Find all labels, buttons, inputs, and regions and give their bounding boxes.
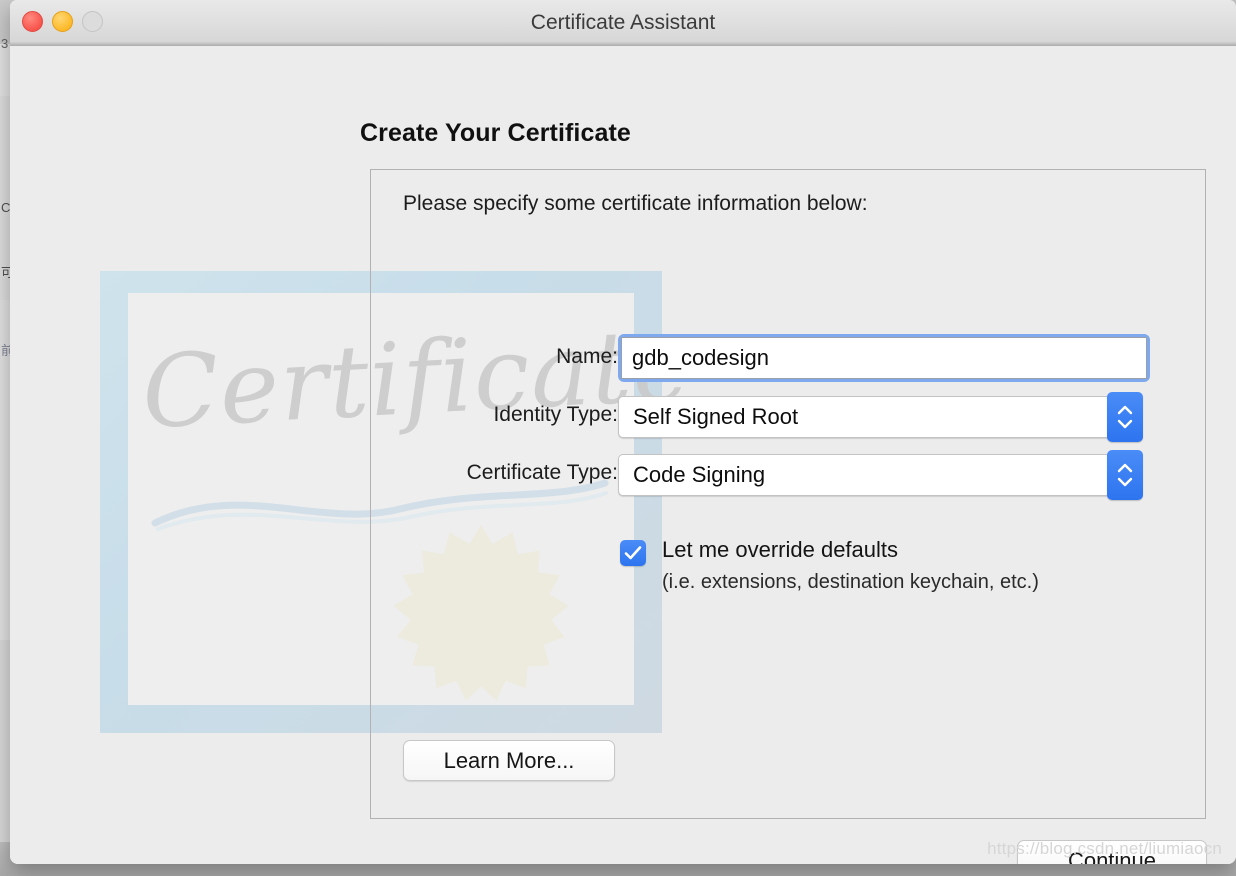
identity-type-value: Self Signed Root xyxy=(633,404,799,429)
certificate-assistant-window: Certificate Assistant Create Your Certif… xyxy=(10,0,1236,864)
window-body: Create Your Certificate Certificate Plea… xyxy=(10,46,1236,864)
page-title: Create Your Certificate xyxy=(360,119,631,147)
override-defaults-checkbox[interactable] xyxy=(620,540,646,566)
certificate-type-stepper-icon[interactable] xyxy=(1107,450,1143,500)
certificate-form: Name: gdb_codesign Identity Type: Self S… xyxy=(403,334,1163,508)
chevron-down-icon xyxy=(1117,477,1133,487)
window-title: Certificate Assistant xyxy=(530,11,716,34)
form-row-name: Name: gdb_codesign xyxy=(403,334,1163,392)
screen: 3 C 可 前 Certificate Assistant Create You… xyxy=(0,0,1236,876)
chevron-up-icon xyxy=(1117,463,1133,473)
checkmark-icon xyxy=(624,546,642,560)
identity-type-label: Identity Type: xyxy=(493,403,618,426)
identity-type-select[interactable]: Self Signed Root xyxy=(618,396,1136,438)
identity-type-stepper-icon[interactable] xyxy=(1107,392,1143,442)
name-input[interactable]: gdb_codesign xyxy=(621,337,1147,379)
certificate-type-label: Certificate Type: xyxy=(466,461,618,484)
watermark-text: https://blog.csdn.net/liumiaocn xyxy=(987,839,1222,858)
override-defaults-label[interactable]: Let me override defaults xyxy=(662,537,898,563)
chevron-up-icon xyxy=(1117,405,1133,415)
name-label: Name: xyxy=(556,345,618,368)
certificate-type-select[interactable]: Code Signing xyxy=(618,454,1136,496)
form-row-identity-type: Identity Type: Self Signed Root xyxy=(403,392,1163,450)
form-row-certificate-type: Certificate Type: Code Signing xyxy=(403,450,1163,508)
chevron-down-icon xyxy=(1117,419,1133,429)
learn-more-button[interactable]: Learn More... xyxy=(403,740,615,781)
instruction-text: Please specify some certificate informat… xyxy=(403,192,868,215)
override-defaults-sublabel: (i.e. extensions, destination keychain, … xyxy=(662,571,1039,593)
name-field-focus-ring: gdb_codesign xyxy=(618,334,1150,382)
certificate-type-value: Code Signing xyxy=(633,462,766,487)
window-titlebar[interactable]: Certificate Assistant xyxy=(10,0,1236,46)
